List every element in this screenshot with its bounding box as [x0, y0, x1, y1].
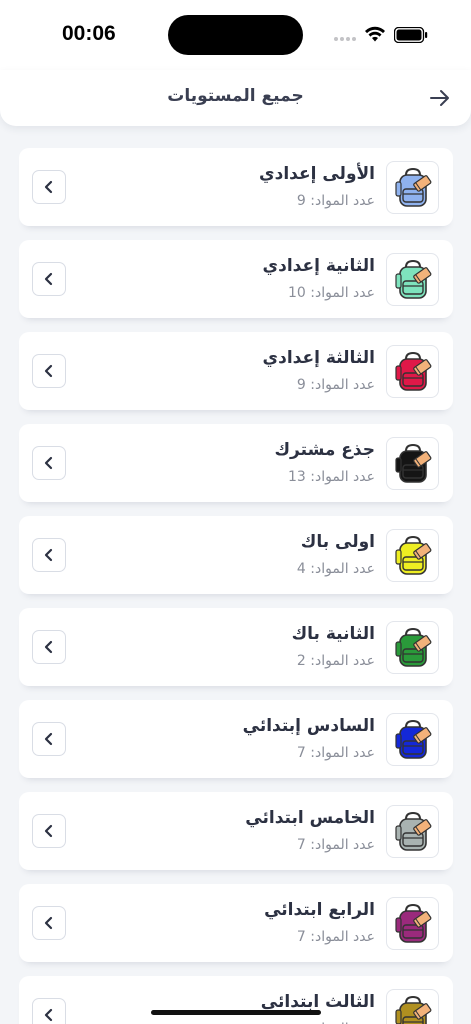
subjects-count-value: 10	[288, 285, 306, 301]
level-name: الأولى إعدادي	[259, 164, 375, 184]
subjects-count-label: عدد المواد:	[310, 285, 375, 301]
subjects-count: عدد المواد: 4	[115, 558, 375, 580]
subjects-count: عدد المواد: 9	[115, 374, 375, 396]
subjects-count-label: عدد المواد:	[310, 561, 375, 577]
subjects-count-label: عدد المواد:	[310, 929, 375, 945]
subjects-count: عدد المواد: 13	[115, 466, 375, 488]
chevron-left-icon[interactable]	[32, 630, 66, 664]
subjects-count-value: 9	[296, 193, 306, 209]
level-text: الرابع ابتدائي عدد المواد: 7	[115, 898, 375, 948]
subjects-count: عدد المواد:	[115, 1018, 375, 1024]
backpack-icon	[386, 989, 439, 1024]
level-text: الخامس ابتدائي عدد المواد: 7	[115, 806, 375, 856]
level-text: السادس إبتدائي عدد المواد: 7	[115, 714, 375, 764]
backpack-icon	[386, 897, 439, 950]
backpack-icon	[386, 253, 439, 306]
level-card[interactable]: الخامس ابتدائي عدد المواد: 7	[19, 792, 453, 870]
level-card[interactable]: الثالث ابتدائيعدد المواد:	[19, 976, 453, 1024]
subjects-count: عدد المواد: 7	[115, 834, 375, 856]
level-text: الثالث ابتدائيعدد المواد:	[115, 990, 375, 1024]
level-name: الثانية باك	[291, 624, 375, 644]
backpack-icon	[386, 621, 439, 674]
subjects-count-value: 9	[296, 377, 306, 393]
subjects-count-label: عدد المواد:	[310, 653, 375, 669]
subjects-count: عدد المواد: 7	[115, 742, 375, 764]
backpack-icon	[386, 161, 439, 214]
chevron-left-icon[interactable]	[32, 722, 66, 756]
dynamic-island	[168, 15, 303, 55]
level-card[interactable]: الأولى إعدادي عدد المواد: 9	[19, 148, 453, 226]
backpack-icon	[386, 805, 439, 858]
level-name: الخامس ابتدائي	[245, 808, 375, 828]
level-name: اولى باك	[300, 532, 375, 552]
level-card[interactable]: السادس إبتدائي عدد المواد: 7	[19, 700, 453, 778]
subjects-count-value: 7	[296, 745, 306, 761]
subjects-count-value: 13	[288, 469, 306, 485]
battery-icon	[394, 27, 428, 43]
status-time: 00:06	[62, 22, 116, 45]
level-card[interactable]: الرابع ابتدائي عدد المواد: 7	[19, 884, 453, 962]
subjects-count: عدد المواد: 2	[115, 650, 375, 672]
wifi-icon	[365, 26, 385, 42]
home-indicator[interactable]	[151, 1010, 321, 1015]
level-card[interactable]: الثانية إعدادي عدد المواد: 10	[19, 240, 453, 318]
level-text: الأولى إعدادي عدد المواد: 9	[115, 162, 375, 212]
levels-list: الأولى إعدادي عدد المواد: 9 الثانية إعدادي…	[19, 148, 453, 1024]
level-text: الثانية إعدادي عدد المواد: 10	[115, 254, 375, 304]
level-name: الثالثة إعدادي	[262, 348, 375, 368]
cellular-signal-icon	[334, 37, 356, 41]
level-text: اولى باك عدد المواد: 4	[115, 530, 375, 580]
level-card[interactable]: الثانية باك عدد المواد: 2	[19, 608, 453, 686]
subjects-count-value: 2	[296, 653, 306, 669]
page-title: جميع المستويات	[167, 86, 304, 106]
subjects-count-label: عدد المواد:	[310, 837, 375, 853]
subjects-count-label: عدد المواد:	[310, 745, 375, 761]
chevron-left-icon[interactable]	[32, 262, 66, 296]
subjects-count-value: 7	[296, 929, 306, 945]
subjects-count-label: عدد المواد:	[310, 377, 375, 393]
subjects-count-value: 4	[296, 561, 306, 577]
backpack-icon	[386, 713, 439, 766]
chevron-left-icon[interactable]	[32, 998, 66, 1024]
subjects-count-label: عدد المواد:	[310, 469, 375, 485]
status-bar: 00:06	[0, 0, 471, 70]
backpack-icon	[386, 437, 439, 490]
level-card[interactable]: جذع مشترك عدد المواد: 13	[19, 424, 453, 502]
backpack-icon	[386, 529, 439, 582]
app-header: جميع المستويات	[0, 70, 471, 126]
level-text: جذع مشترك عدد المواد: 13	[115, 438, 375, 488]
back-arrow-icon[interactable]	[428, 86, 452, 110]
level-name: السادس إبتدائي	[242, 716, 375, 736]
backpack-icon	[386, 345, 439, 398]
level-name: الثانية إعدادي	[262, 256, 375, 276]
chevron-left-icon[interactable]	[32, 446, 66, 480]
subjects-count: عدد المواد: 9	[115, 190, 375, 212]
chevron-left-icon[interactable]	[32, 170, 66, 204]
chevron-left-icon[interactable]	[32, 354, 66, 388]
level-name: جذع مشترك	[274, 440, 375, 460]
level-text: الثانية باك عدد المواد: 2	[115, 622, 375, 672]
level-card[interactable]: الثالثة إعدادي عدد المواد: 9	[19, 332, 453, 410]
level-text: الثالثة إعدادي عدد المواد: 9	[115, 346, 375, 396]
chevron-left-icon[interactable]	[32, 538, 66, 572]
level-card[interactable]: اولى باك عدد المواد: 4	[19, 516, 453, 594]
subjects-count-label: عدد المواد:	[310, 193, 375, 209]
subjects-count-value: 7	[296, 837, 306, 853]
subjects-count: عدد المواد: 7	[115, 926, 375, 948]
chevron-left-icon[interactable]	[32, 906, 66, 940]
subjects-count: عدد المواد: 10	[115, 282, 375, 304]
level-name: الرابع ابتدائي	[264, 900, 375, 920]
chevron-left-icon[interactable]	[32, 814, 66, 848]
